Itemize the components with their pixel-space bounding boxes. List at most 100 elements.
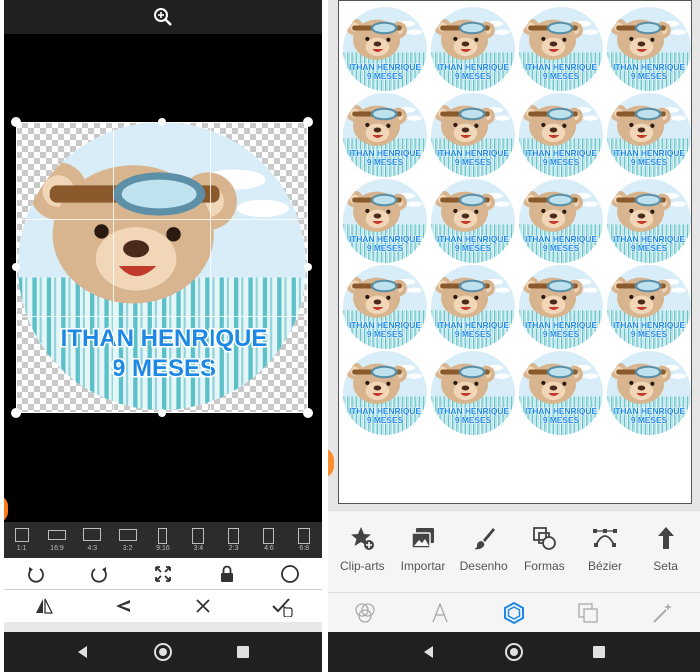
sticker-item[interactable]: ITHAN HENRIQUE9 MESES <box>343 265 427 349</box>
crop-handle-top-right[interactable] <box>303 117 313 127</box>
import-button[interactable]: Importar <box>394 511 452 592</box>
lock-ratio-button[interactable] <box>209 560 245 588</box>
sticker-item[interactable]: ITHAN HENRIQUE9 MESES <box>519 351 603 435</box>
magic-wand-icon <box>653 602 672 623</box>
sticker-item[interactable]: ITHAN HENRIQUE9 MESES <box>607 93 691 177</box>
ratio-4-6[interactable]: 4:6 <box>251 522 286 558</box>
bezier-button[interactable]: Bézier <box>576 511 634 592</box>
crop-grid-line <box>210 122 211 413</box>
crop-handle-bottom-right[interactable] <box>303 408 313 418</box>
sticker-name-line2: 9 MESES <box>543 329 580 339</box>
floating-handle[interactable] <box>328 448 334 478</box>
sticker-name-line1: ITHAN HENRIQUE <box>349 62 422 72</box>
tab-text[interactable] <box>420 597 460 629</box>
ratio-shape-icon <box>158 528 168 544</box>
crop-actions-row-2 <box>4 590 322 622</box>
rotate-left-button[interactable] <box>18 560 54 588</box>
circle-crop-button[interactable] <box>272 560 308 588</box>
ratio-label: 16:9 <box>50 545 64 552</box>
sticker-item[interactable]: ITHAN HENRIQUE9 MESES <box>519 179 603 263</box>
ratio-16-9[interactable]: 16:9 <box>39 522 74 558</box>
sticker-item[interactable]: ITHAN HENRIQUE9 MESES <box>431 179 515 263</box>
crop-canvas: ITHAN HENRIQUE 9 MESES <box>4 34 322 522</box>
sticker-item[interactable]: ITHAN HENRIQUE9 MESES <box>431 265 515 349</box>
floating-handle[interactable] <box>4 496 8 522</box>
panel-tabs <box>328 592 700 632</box>
tab-shapes[interactable] <box>494 597 534 629</box>
fit-screen-button[interactable] <box>145 560 181 588</box>
sticker-item[interactable]: ITHAN HENRIQUE9 MESES <box>343 351 427 435</box>
sticker-name-line2: 9 MESES <box>367 329 404 339</box>
ratio-label: 6:8 <box>299 545 310 552</box>
back-icon[interactable] <box>421 644 437 660</box>
tool-label: Bézier <box>587 559 622 573</box>
sticker-item[interactable]: ITHAN HENRIQUE9 MESES <box>519 7 603 91</box>
ratio-9-16[interactable]: 9:16 <box>145 522 180 558</box>
ratio-3-2[interactable]: 3:2 <box>110 522 145 558</box>
sticker-item[interactable]: ITHAN HENRIQUE9 MESES <box>607 265 691 349</box>
back-icon[interactable] <box>75 644 91 660</box>
ratio-label: 3:4 <box>193 545 204 552</box>
rotate-left-icon <box>27 566 44 583</box>
crop-area[interactable]: ITHAN HENRIQUE 9 MESES <box>11 117 313 418</box>
recents-icon[interactable] <box>591 644 607 660</box>
check-icon <box>272 598 293 617</box>
tool-label: Formas <box>523 559 565 573</box>
crop-handle-top-left[interactable] <box>11 117 21 127</box>
lock-icon <box>220 565 233 582</box>
sticker-item[interactable]: ITHAN HENRIQUE9 MESES <box>431 7 515 91</box>
ratio-label: 4:3 <box>87 545 98 552</box>
text-icon <box>431 601 448 622</box>
sticker-sheet[interactable]: ITHAN HENRIQUE 9 MESES ITHAN HENRIQUE 9 MES… <box>338 0 692 504</box>
sticker-name-line1: ITHAN HENRIQUE <box>613 62 686 72</box>
zoom-in-icon[interactable] <box>152 6 174 28</box>
home-icon[interactable] <box>153 642 173 662</box>
arrow-button[interactable]: Seta <box>637 511 695 592</box>
sticker-item[interactable]: ITHAN HENRIQUE9 MESES <box>431 351 515 435</box>
crop-handle-bottom-left[interactable] <box>11 408 21 418</box>
ratio-2-3[interactable]: 2:3 <box>216 522 251 558</box>
sticker-name-line2: 9 MESES <box>367 243 404 253</box>
sticker-item[interactable]: ITHAN HENRIQUE9 MESES <box>343 179 427 263</box>
ratio-6-8[interactable]: 6:8 <box>287 522 322 558</box>
flip-horizontal-button[interactable] <box>26 592 62 620</box>
rotate-right-button[interactable] <box>81 560 117 588</box>
shapes-button[interactable]: Formas <box>515 511 573 592</box>
tab-layers[interactable] <box>568 597 608 629</box>
sticker-item[interactable]: ITHAN HENRIQUE9 MESES <box>431 93 515 177</box>
sticker-item[interactable]: ITHAN HENRIQUE9 MESES <box>519 265 603 349</box>
sticker-item[interactable]: ITHAN HENRIQUE9 MESES <box>607 351 691 435</box>
confirm-button[interactable] <box>264 592 300 620</box>
home-icon[interactable] <box>504 642 524 662</box>
crop-handle-bottom[interactable] <box>158 409 166 417</box>
sticker-item[interactable]: ITHAN HENRIQUE9 MESES <box>519 93 603 177</box>
tab-magic[interactable] <box>643 597 683 629</box>
sticker-name-line2: 9 MESES <box>543 71 580 81</box>
sticker-item[interactable]: ITHAN HENRIQUE9 MESES <box>343 93 427 177</box>
tab-blend[interactable] <box>345 597 385 629</box>
ratio-shape-icon <box>118 529 137 541</box>
sticker-name-line1: ITHAN HENRIQUE <box>525 148 598 158</box>
flip-vertical-button[interactable] <box>105 592 141 620</box>
cancel-button[interactable] <box>185 592 221 620</box>
crop-handle-right[interactable] <box>304 263 312 271</box>
sticker-item[interactable]: ITHAN HENRIQUE9 MESES <box>607 179 691 263</box>
sticker-name-line1: ITHAN HENRIQUE <box>525 62 598 72</box>
sticker-item[interactable]: ITHAN HENRIQUE9 MESES <box>607 7 691 91</box>
sticker-name-line1: ITHAN HENRIQUE <box>349 320 422 330</box>
sticker-item[interactable]: ITHAN HENRIQUE9 MESES <box>343 7 427 91</box>
sticker-name-line2: 9 MESES <box>367 157 404 167</box>
crop-handle-top[interactable] <box>158 118 166 126</box>
insert-toolbar: Clip-arts Importar Desenho Formas Bézier… <box>328 510 700 592</box>
crop-handle-left[interactable] <box>12 263 20 271</box>
ratio-3-4[interactable]: 3:4 <box>181 522 216 558</box>
draw-button[interactable]: Desenho <box>455 511 513 592</box>
ratio-4-3[interactable]: 4:3 <box>75 522 110 558</box>
ratio-1-1[interactable]: 1:1 <box>4 522 39 558</box>
recents-icon[interactable] <box>235 644 251 660</box>
ratio-shape-icon <box>83 528 102 541</box>
bezier-icon <box>592 529 617 547</box>
sticker-name-line2: 9 MESES <box>455 415 492 425</box>
tool-label: Desenho <box>459 559 508 573</box>
clip-arts-button[interactable]: Clip-arts <box>333 511 391 592</box>
